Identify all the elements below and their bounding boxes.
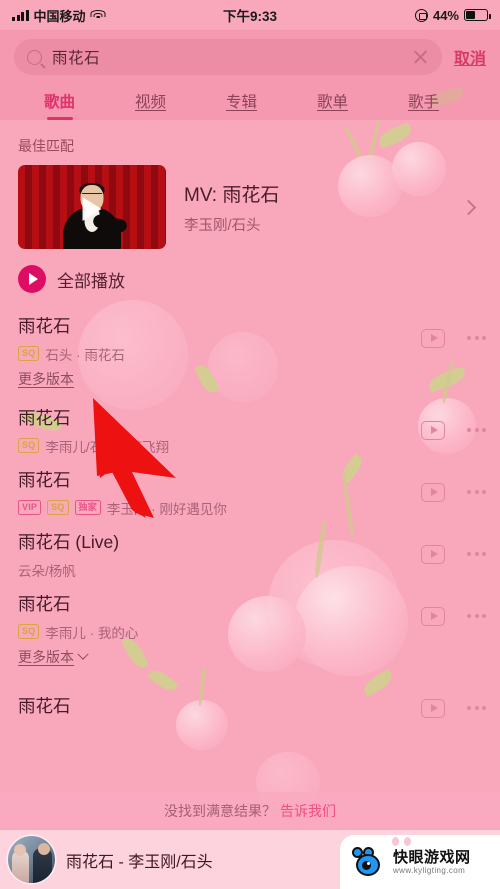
more-versions-label: 更多版本	[18, 649, 74, 665]
song-actions	[421, 328, 486, 348]
rotation-lock-icon	[414, 8, 428, 22]
song-subtitle: SQ 李雨儿/石头 · 梦飞翔	[18, 436, 421, 456]
site-watermark: 快眼游戏网 www.kyligting.com	[340, 835, 500, 889]
watermark-url: www.kyligting.com	[393, 866, 466, 876]
more-options-icon[interactable]	[467, 428, 486, 432]
album-art[interactable]	[8, 836, 55, 883]
more-options-icon[interactable]	[467, 552, 486, 556]
song-artist: 李雨儿/石头 · 梦飞翔	[45, 439, 170, 455]
feedback-action-link[interactable]: 告诉我们	[280, 801, 336, 821]
mv-play-icon[interactable]	[421, 544, 445, 564]
song-row[interactable]: 雨花石 SQ 李雨儿 · 我的心	[0, 585, 500, 647]
song-artist: 石头 · 雨花石	[45, 347, 125, 363]
vip-badge: VIP	[18, 500, 42, 515]
best-match-label: 最佳匹配	[18, 138, 74, 154]
mv-play-icon[interactable]	[421, 482, 445, 502]
more-options-icon[interactable]	[467, 614, 486, 618]
mv-thumbnail[interactable]	[18, 165, 166, 249]
tab-albums[interactable]: 专辑	[196, 90, 287, 120]
song-actions	[421, 606, 486, 626]
quality-badge: SQ	[18, 438, 40, 453]
song-row[interactable]: 雨花石 VIP SQ 独家 李玉刚 · 刚好遇见你	[0, 461, 500, 523]
play-circle-icon	[18, 265, 46, 293]
song-subtitle: 云朵/杨帆	[18, 560, 421, 580]
watermark-text: 快眼游戏网 www.kyligting.com	[393, 849, 471, 875]
song-subtitle: SQ 李雨儿 · 我的心	[18, 622, 421, 642]
song-title: 雨花石	[18, 469, 71, 490]
chevron-down-icon	[77, 648, 89, 660]
tab-artists[interactable]: 歌手	[378, 90, 469, 120]
watermark-dots	[392, 837, 411, 846]
more-versions-label: 更多版本	[18, 371, 74, 387]
song-row[interactable]: 雨花石 (Live) 云朵/杨帆	[0, 523, 500, 585]
tab-playlists[interactable]: 歌单	[287, 90, 378, 120]
tab-songs[interactable]: 歌曲	[14, 90, 105, 120]
song-artist: 云朵/杨帆	[18, 563, 76, 579]
song-title: 雨花石	[18, 593, 71, 614]
song-actions	[421, 420, 486, 440]
more-versions-link[interactable]: 更多版本	[0, 647, 500, 677]
song-info: 雨花石 (Live) 云朵/杨帆	[18, 529, 421, 580]
song-info: 雨花石 VIP SQ 独家 李玉刚 · 刚好遇见你	[18, 467, 421, 518]
song-title: 雨花石	[18, 695, 71, 716]
song-info: 雨花石 SQ 石头 · 雨花石	[18, 313, 421, 364]
song-title: 雨花石	[18, 315, 71, 336]
quality-badge: SQ	[47, 500, 69, 515]
app-screen: 中国移动 下午9:33 44% 雨花石 取消 歌曲 视频 专辑 歌单 歌手 用	[0, 0, 500, 889]
song-info: 雨花石	[18, 693, 421, 724]
song-actions	[421, 698, 486, 718]
feedback-question: 没找到满意结果？	[164, 803, 276, 819]
search-row: 雨花石 取消	[14, 39, 486, 75]
watermark-name: 快眼游戏网	[393, 848, 471, 866]
song-artist: 李玉刚 · 刚好遇见你	[106, 501, 227, 517]
battery-icon	[464, 9, 491, 21]
song-row[interactable]: 雨花石 SQ 李雨儿/石头 · 梦飞翔	[0, 399, 500, 461]
song-actions	[421, 544, 486, 564]
cancel-button[interactable]: 取消	[454, 45, 486, 69]
search-results: 最佳匹配 MV: 雨花石 李玉刚/石头 全部播放 雨花石 SQ 石头 · 雨花石…	[0, 120, 500, 739]
mv-play-icon[interactable]	[421, 698, 445, 718]
song-artist: 李雨儿 · 我的心	[45, 625, 139, 641]
song-title: 雨花石 (Live)	[18, 531, 120, 552]
best-match-mv-card[interactable]: MV: 雨花石 李玉刚/石头	[0, 165, 500, 249]
song-info: 雨花石 SQ 李雨儿 · 我的心	[18, 591, 421, 642]
mv-artist: 李玉刚/石头	[184, 217, 261, 234]
song-subtitle: VIP SQ 独家 李玉刚 · 刚好遇见你	[18, 498, 421, 518]
search-input[interactable]: 雨花石	[14, 39, 442, 75]
clear-icon[interactable]	[412, 49, 429, 66]
result-tabs: 歌曲 视频 专辑 歌单 歌手 用	[14, 82, 486, 120]
mv-play-icon[interactable]	[421, 420, 445, 440]
search-icon	[27, 49, 42, 65]
more-options-icon[interactable]	[467, 706, 486, 710]
search-header: 雨花石 取消 歌曲 视频 专辑 歌单 歌手 用	[0, 30, 500, 120]
song-row[interactable]: 雨花石	[0, 677, 500, 739]
chevron-right-icon[interactable]	[460, 199, 477, 215]
quality-badge: SQ	[18, 346, 40, 361]
tab-videos[interactable]: 视频	[105, 90, 196, 120]
mv-meta: MV: 雨花石 李玉刚/石头	[184, 180, 445, 235]
play-all-label: 全部播放	[57, 271, 125, 291]
mv-play-icon[interactable]	[421, 606, 445, 626]
mv-title: MV: 雨花石	[184, 184, 280, 206]
status-bar: 中国移动 下午9:33 44%	[0, 0, 500, 30]
search-query-text: 雨花石	[52, 50, 101, 67]
song-title: 雨花石	[18, 407, 71, 428]
mv-play-icon[interactable]	[421, 328, 445, 348]
more-options-icon[interactable]	[467, 336, 486, 340]
more-options-icon[interactable]	[467, 490, 486, 494]
more-versions-link[interactable]: 更多版本	[0, 369, 500, 399]
song-row[interactable]: 雨花石 SQ 石头 · 雨花石	[0, 307, 500, 369]
eye-logo-icon	[352, 847, 386, 877]
song-actions	[421, 482, 486, 502]
feedback-hint[interactable]: 没找到满意结果？ 告诉我们	[0, 792, 500, 830]
quality-badge: SQ	[18, 624, 40, 639]
exclusive-badge: 独家	[74, 500, 101, 515]
play-all-button[interactable]: 全部播放	[0, 249, 500, 307]
song-subtitle: SQ 石头 · 雨花石	[18, 344, 421, 364]
tab-users[interactable]: 用	[469, 90, 500, 120]
song-info: 雨花石 SQ 李雨儿/石头 · 梦飞翔	[18, 405, 421, 456]
play-icon	[82, 196, 102, 221]
